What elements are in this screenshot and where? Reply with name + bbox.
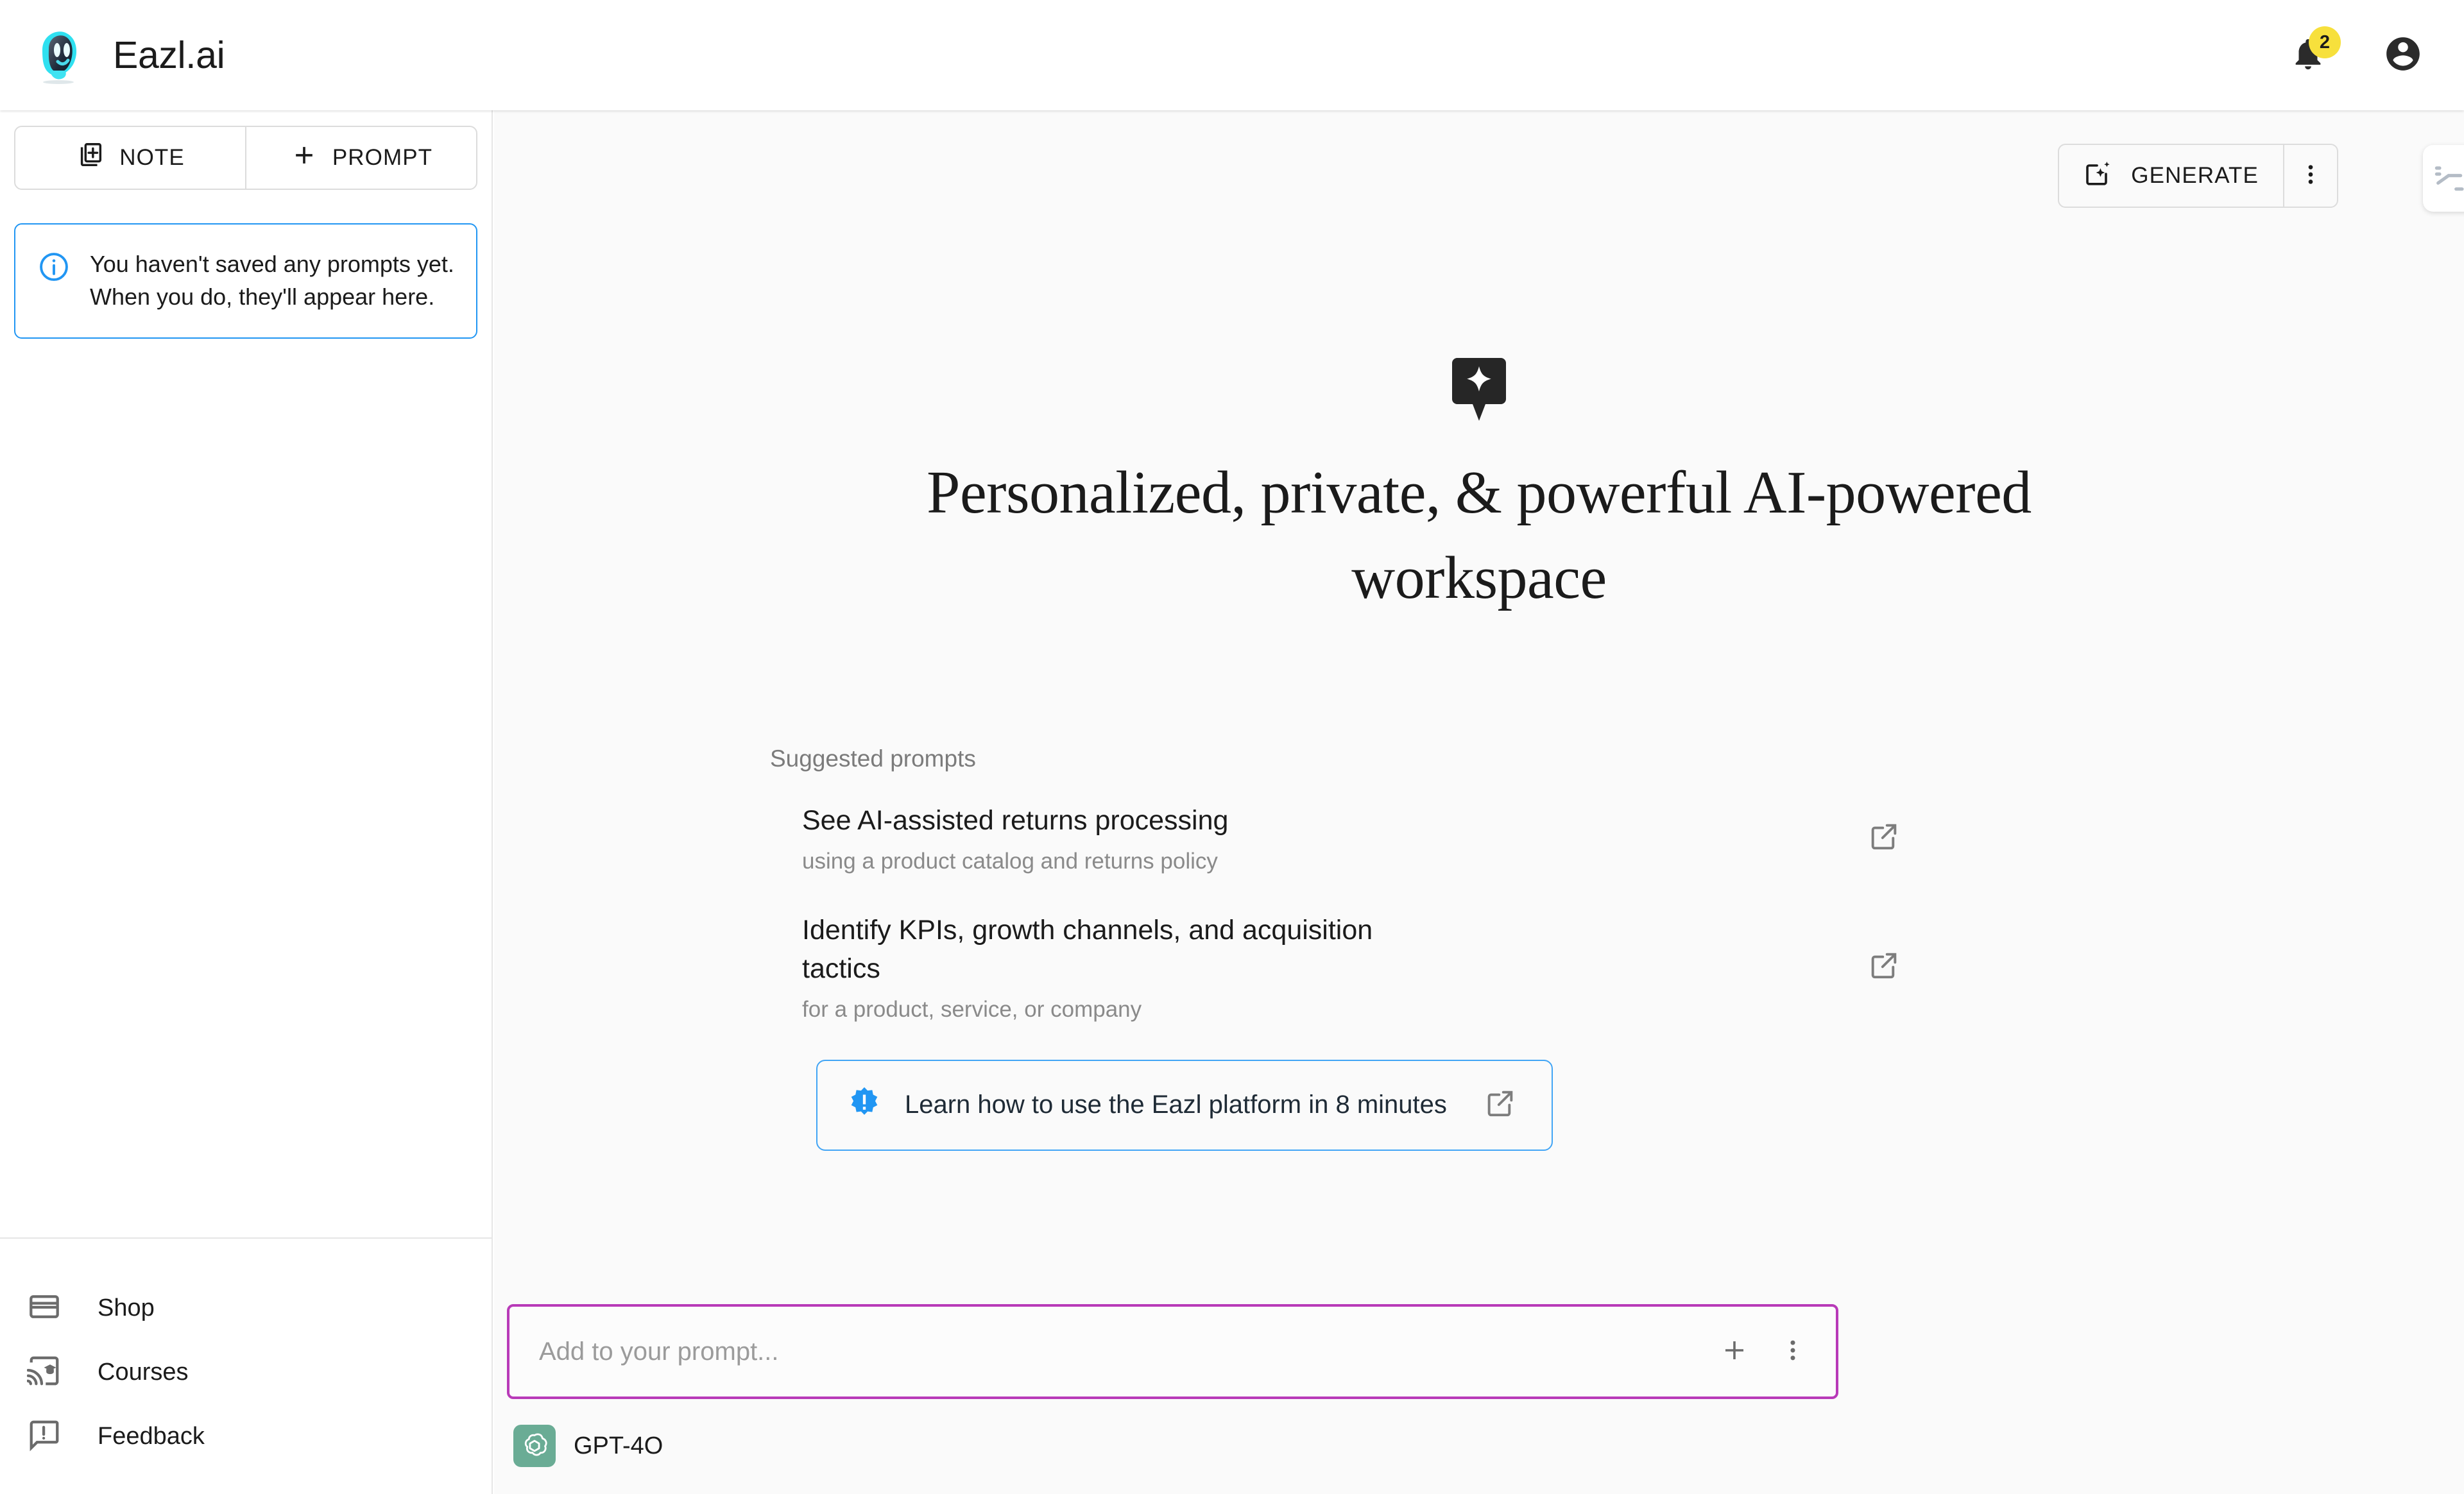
suggested-prompt-text: Identify KPIs, growth channels, and acqu… [802,912,1399,1023]
suggested-prompt-text: See AI-assisted returns processing using… [802,802,1228,874]
empty-prompts-alert: You haven't saved any prompts yet. When … [14,223,477,339]
page-title: Personalized, private, & powerful AI-pow… [869,450,2089,622]
open-in-new-icon[interactable] [1484,1087,1517,1123]
openai-logo-icon [513,1425,556,1467]
add-attachment-button[interactable] [1719,1335,1750,1369]
new-prompt-button[interactable]: PROMPT [246,127,476,189]
learn-platform-banner-text: Learn how to use the Eazl platform in 8 … [905,1091,1462,1119]
credit-card-icon [27,1289,62,1327]
open-in-new-icon[interactable] [1867,949,1901,985]
cast-for-education-icon [27,1354,62,1391]
new-note-label: NOTE [119,145,185,171]
plus-icon [290,141,318,175]
composer-overflow-button[interactable] [1779,1337,1806,1367]
account-circle-icon [2383,34,2423,77]
new-releases-icon [846,1085,883,1125]
sidebar-item-feedback[interactable]: Feedback [0,1404,492,1468]
notifications-button[interactable]: 2 [2282,29,2334,81]
new-note-button[interactable]: NOTE [15,127,246,189]
suggested-prompt-item[interactable]: Identify KPIs, growth channels, and acqu… [770,912,1925,1023]
sidebar-item-courses-label: Courses [98,1359,189,1386]
suggested-prompt-title: Identify KPIs, growth channels, and acqu… [802,912,1399,988]
new-prompt-label: PROMPT [332,145,432,171]
suggested-prompt-subtitle: using a product catalog and returns poli… [802,849,1228,874]
eazl-mascot-logo-icon [30,24,91,86]
right-panel-handle[interactable] [2423,145,2464,212]
main-content: GENERATE [494,110,2464,1494]
prompt-composer[interactable] [507,1304,1838,1399]
sidebar-action-group: NOTE PROMPT [14,126,477,190]
sidebar-item-feedback-label: Feedback [98,1423,205,1450]
sidebar-bottom-nav: Shop Courses [0,1237,492,1494]
notification-badge: 2 [2309,26,2341,58]
account-button[interactable] [2377,29,2429,81]
sidebar-spacer [0,339,492,1237]
top-header: Eazl.ai 2 [0,0,2464,110]
suggested-prompt-item[interactable]: See AI-assisted returns processing using… [770,802,1925,874]
note-add-icon [76,140,105,176]
sidebar: NOTE PROMPT You haven't saved any pr [0,110,493,1494]
feedback-comment-icon [27,1418,62,1456]
suggested-prompts-label: Suggested prompts [770,745,1925,772]
suggested-prompts-section: Suggested prompts See AI-assisted return… [770,745,1925,1151]
model-name-label: GPT-4O [574,1432,663,1460]
open-in-new-icon[interactable] [1867,820,1901,856]
suggested-prompt-title: See AI-assisted returns processing [802,802,1228,840]
empty-prompts-alert-text: You haven't saved any prompts yet. When … [90,248,454,313]
composer-actions [1719,1335,1806,1369]
sidebar-item-shop-label: Shop [98,1295,155,1322]
panel-handle-icon [2431,159,2464,198]
suggested-prompt-subtitle: for a product, service, or company [802,997,1399,1023]
sidebar-item-courses[interactable]: Courses [0,1340,492,1404]
hero-section: Personalized, private, & powerful AI-pow… [494,110,2464,622]
brand-title: Eazl.ai [113,33,225,77]
sidebar-item-shop[interactable]: Shop [0,1276,492,1340]
header-actions: 2 [2282,29,2429,81]
info-circle-icon [37,250,71,287]
model-indicator[interactable]: GPT-4O [513,1425,663,1467]
prompt-input[interactable] [538,1337,1719,1367]
app-root: Eazl.ai 2 [0,0,2464,1494]
brand[interactable]: Eazl.ai [30,24,225,86]
sparkle-badge-icon [1452,358,1506,421]
learn-platform-banner[interactable]: Learn how to use the Eazl platform in 8 … [816,1060,1553,1151]
